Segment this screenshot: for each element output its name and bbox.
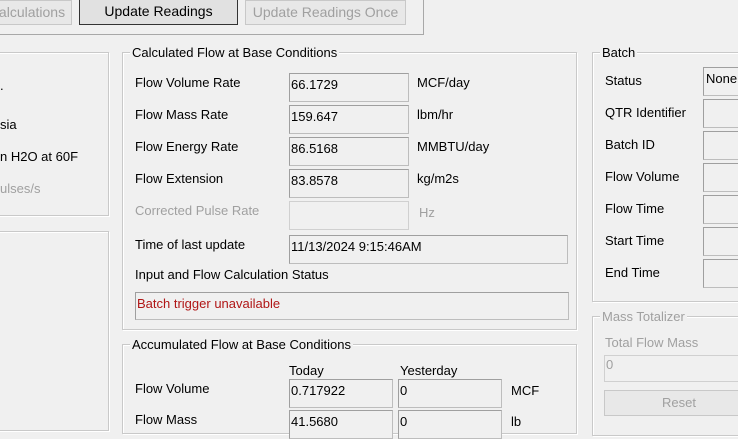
flow-energy-rate-field[interactable]: 86.5168 xyxy=(289,137,409,166)
col-yesterday-header: Yesterday xyxy=(400,363,458,378)
accumulated-flow-title: Accumulated Flow at Base Conditions xyxy=(130,337,353,352)
col-today-header: Today xyxy=(289,363,324,378)
acc-flow-volume-yesterday-field[interactable]: 0 xyxy=(398,379,502,408)
batch-title: Batch xyxy=(600,45,638,60)
batch-id-field[interactable] xyxy=(703,131,738,160)
batch-end-time-label: End Time xyxy=(605,265,660,280)
flow-volume-rate-unit: MCF/day xyxy=(417,75,470,90)
batch-end-time-field[interactable] xyxy=(703,259,738,288)
flow-extension-field[interactable]: 83.8578 xyxy=(289,169,409,198)
batch-status-label: Status xyxy=(605,73,642,88)
batch-flow-time-field[interactable] xyxy=(703,195,738,224)
acc-flow-volume-unit: MCF xyxy=(511,383,540,398)
time-of-last-update-label: Time of last update xyxy=(135,237,246,252)
batch-start-time-label: Start Time xyxy=(605,233,665,248)
total-flow-mass-field[interactable]: 0 xyxy=(604,355,738,382)
flow-energy-rate-unit: MMBTU/day xyxy=(417,139,490,154)
batch-status-field[interactable]: None xyxy=(703,67,738,96)
batch-qtr-identifier-label: QTR Identifier xyxy=(605,105,686,120)
corrected-pulse-rate-label: Corrected Pulse Rate xyxy=(135,203,260,218)
batch-flow-volume-label: Flow Volume xyxy=(605,169,680,184)
flow-extension-label: Flow Extension xyxy=(135,171,224,186)
update-readings-button[interactable]: Update Readings xyxy=(79,0,238,25)
flow-mass-rate-field[interactable]: 159.647 xyxy=(289,105,409,134)
time-of-last-update-field[interactable]: 11/13/2024 9:15:46AM xyxy=(289,235,568,264)
mass-totalizer-title: Mass Totalizer xyxy=(600,309,687,324)
corrected-pulse-rate-unit: Hz xyxy=(419,205,435,220)
batch-id-label: Batch ID xyxy=(605,137,655,152)
acc-flow-volume-today-field[interactable]: 0.717922 xyxy=(289,379,393,408)
acc-flow-mass-label: Flow Mass xyxy=(135,412,198,427)
flow-volume-rate-field[interactable]: 66.1729 xyxy=(289,73,409,102)
acc-flow-mass-today-field[interactable]: 41.5680 xyxy=(289,410,393,439)
left-line-3: n H2O at 60F xyxy=(0,149,79,164)
flow-mass-rate-label: Flow Mass Rate xyxy=(135,107,229,122)
flow-extension-unit: kg/m2s xyxy=(417,171,459,186)
calc-status-label: Input and Flow Calculation Status xyxy=(135,267,329,282)
corrected-pulse-rate-field[interactable] xyxy=(289,201,409,230)
toolbar-separator xyxy=(0,34,424,35)
batch-qtr-identifier-field[interactable] xyxy=(703,99,738,128)
calculated-flow-title: Calculated Flow at Base Conditions xyxy=(130,45,340,60)
calc-status-field[interactable]: Batch trigger unavailable xyxy=(135,292,569,320)
acc-flow-mass-yesterday-field[interactable]: 0 xyxy=(398,410,502,439)
toolbar-edge xyxy=(423,0,424,35)
total-flow-mass-label: Total Flow Mass xyxy=(605,335,699,350)
flow-energy-rate-label: Flow Energy Rate xyxy=(135,139,239,154)
calc-status-text: Batch trigger unavailable xyxy=(137,296,281,311)
batch-start-time-field[interactable] xyxy=(703,227,738,256)
acc-flow-mass-unit: lb xyxy=(511,414,522,429)
batch-flow-time-label: Flow Time xyxy=(605,201,665,216)
flow-volume-rate-label: Flow Volume Rate xyxy=(135,75,241,90)
flow-mass-rate-unit: lbm/hr xyxy=(417,107,454,122)
batch-flow-volume-field[interactable] xyxy=(703,163,738,192)
update-readings-once-button[interactable]: Update Readings Once xyxy=(245,0,406,25)
left-line-1: . xyxy=(0,78,4,93)
calculations-button[interactable]: alculations xyxy=(0,0,72,25)
left-line-4: ulses/s xyxy=(0,181,41,196)
acc-flow-volume-label: Flow Volume xyxy=(135,381,210,396)
left-group-bottom xyxy=(0,231,109,431)
reset-button[interactable]: Reset xyxy=(604,390,738,416)
left-line-2: sia xyxy=(0,117,17,132)
